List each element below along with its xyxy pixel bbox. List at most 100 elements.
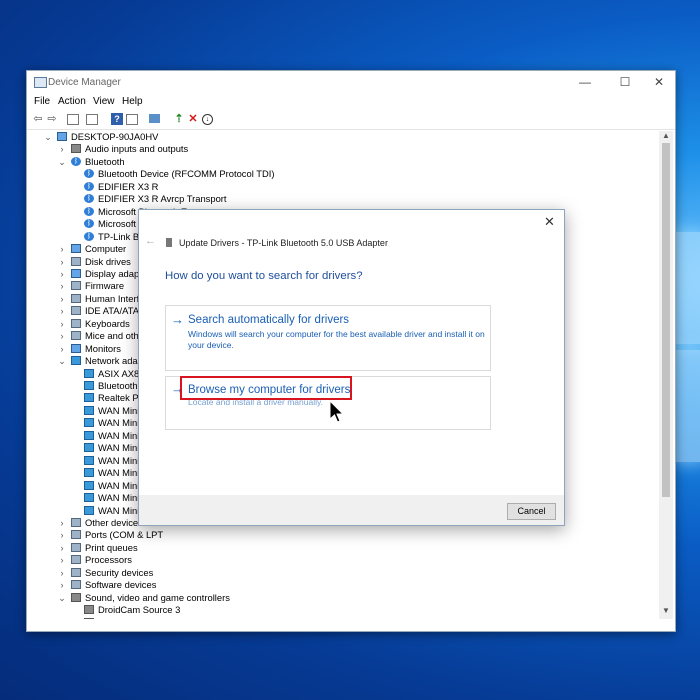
chevron-down-icon[interactable]: ⌄ [43, 131, 53, 143]
chevron-right-icon[interactable]: › [57, 567, 67, 579]
tree-item-label: Firmware [85, 280, 125, 292]
download-icon[interactable]: ↓ [202, 114, 213, 125]
back-arrow-icon[interactable]: ← [145, 235, 156, 247]
tree-item[interactable]: › Print queues [27, 542, 647, 554]
minimize-button[interactable]: — [571, 73, 599, 91]
menu-help[interactable]: Help [122, 96, 143, 107]
tree-item-label: Security devices [85, 566, 154, 578]
tree-item[interactable]: › Processors [27, 554, 647, 566]
tree-item[interactable]: DroidCam Virtual Audio [27, 617, 647, 619]
tree-item-label: Ports (COM & LPT [85, 529, 164, 541]
chevron-right-icon[interactable]: › [57, 343, 67, 355]
chevron-right-icon[interactable]: › [57, 143, 67, 155]
scroll-up-icon[interactable]: ▲ [659, 131, 673, 140]
chevron-right-icon[interactable]: › [57, 554, 67, 566]
tree-item-label: DroidCam Virtual Audio [98, 617, 195, 619]
option-description-line2: your device. [188, 340, 234, 350]
chevron-right-icon[interactable]: › [57, 305, 67, 317]
chevron-right-icon[interactable]: › [57, 280, 67, 292]
tree-item[interactable]: › Software devices [27, 579, 647, 591]
menu-action[interactable]: Action [58, 96, 86, 107]
back-arrow-icon[interactable]: ⇦ [32, 113, 44, 125]
network-icon [84, 480, 94, 490]
chevron-down-icon[interactable]: ⌄ [57, 355, 67, 367]
chevron-right-icon[interactable]: › [57, 243, 67, 255]
tree-item[interactable]: › Audio inputs and outputs [27, 143, 647, 155]
tree-item[interactable]: ᛒ EDIFIER X3 R Avrcp Transport [27, 193, 647, 205]
title-bar[interactable]: Device Manager — ☐ ✕ [27, 71, 675, 93]
bluetooth-icon: ᛒ [84, 169, 94, 179]
port-icon [71, 530, 81, 540]
tree-item-label: Print queues [85, 541, 138, 553]
maximize-button[interactable]: ☐ [611, 73, 639, 91]
keyboard-icon [71, 318, 81, 328]
tree-item[interactable]: ᛒ EDIFIER X3 R [27, 181, 647, 193]
disk-icon [71, 256, 81, 266]
search-automatically-option[interactable]: → Search automatically for drivers Windo… [165, 305, 491, 371]
tree-item-label: Keyboards [85, 317, 130, 329]
windows-logo [672, 232, 700, 462]
list-view-icon[interactable] [86, 114, 98, 125]
chevron-down-icon[interactable]: ⌄ [57, 592, 67, 604]
network-icon [84, 455, 94, 465]
network-icon [84, 430, 94, 440]
network-icon [84, 393, 94, 403]
vertical-scrollbar[interactable]: ▲ ▼ [659, 131, 673, 619]
uninstall-icon[interactable]: ✕ [187, 113, 199, 125]
tree-item-label: EDIFIER X3 R Avrcp Transport [98, 193, 227, 205]
network-icon [84, 381, 94, 390]
grid-view-icon[interactable] [126, 114, 138, 125]
tree-item[interactable]: ⌄ DESKTOP-90JA0HV [27, 131, 647, 143]
menu-file[interactable]: File [34, 96, 50, 107]
tree-item-label: Audio inputs and outputs [85, 143, 189, 155]
chevron-right-icon[interactable]: › [57, 579, 67, 591]
chevron-right-icon[interactable]: › [57, 318, 67, 330]
tree-item-label: Software devices [85, 579, 157, 591]
chevron-down-icon[interactable]: ⌄ [57, 156, 67, 168]
tree-item-label: Processors [85, 554, 132, 566]
forward-arrow-icon[interactable]: ⇨ [46, 113, 58, 125]
tree-item[interactable]: DroidCam Source 3 [27, 604, 647, 616]
monitor-scan-icon[interactable] [149, 114, 160, 123]
update-driver-icon[interactable]: ⇡ [173, 113, 185, 125]
scroll-down-icon[interactable]: ▼ [659, 606, 673, 615]
tree-item[interactable]: ᛒ Bluetooth Device (RFCOMM Protocol TDI) [27, 168, 647, 180]
chevron-right-icon[interactable]: › [57, 293, 67, 305]
chevron-right-icon[interactable]: › [57, 529, 67, 541]
processor-icon [71, 555, 81, 565]
security-icon [71, 567, 81, 577]
menu-view[interactable]: View [93, 96, 115, 107]
tree-item-label: Bluetooth [85, 155, 125, 167]
tree-item[interactable]: ⌄ Sound, video and game controllers [27, 592, 647, 604]
cancel-button[interactable]: Cancel [507, 503, 556, 520]
close-dialog-button[interactable]: ✕ [544, 214, 555, 230]
tree-item-label: DroidCam Source 3 [98, 604, 181, 616]
properties-view-icon[interactable] [67, 114, 79, 125]
tree-item[interactable]: › Ports (COM & LPT [27, 529, 647, 541]
tree-item-label: EDIFIER X3 R [98, 180, 159, 192]
mouse-pointer-icon [329, 400, 345, 423]
chevron-right-icon[interactable]: › [57, 268, 67, 280]
bluetooth-icon: ᛒ [84, 206, 94, 216]
chevron-right-icon[interactable]: › [57, 542, 67, 554]
network-icon [84, 505, 94, 515]
tree-item[interactable]: ⌄ ᛒ Bluetooth [27, 156, 647, 168]
highlight-box [180, 376, 352, 400]
chevron-right-icon[interactable]: › [57, 517, 67, 529]
hid-icon [71, 293, 81, 303]
help-icon[interactable]: ? [111, 113, 123, 125]
chevron-right-icon[interactable]: › [57, 330, 67, 342]
scroll-thumb[interactable] [662, 143, 670, 497]
mouse-icon [71, 331, 81, 341]
close-window-button[interactable]: ✕ [645, 73, 673, 91]
tree-item[interactable]: › Security devices [27, 567, 647, 579]
option-description: Windows will search your computer for th… [188, 329, 485, 339]
speaker-icon [71, 592, 81, 602]
printer-icon [71, 542, 81, 552]
tree-item-label: Computer [85, 243, 127, 255]
tree-item-label: Monitors [85, 342, 121, 354]
menu-bar: File Action View Help [27, 93, 675, 111]
tree-item-label: Other devices [85, 516, 143, 528]
update-drivers-dialog: ✕ ← Update Drivers - TP-Link Bluetooth 5… [138, 209, 565, 526]
chevron-right-icon[interactable]: › [57, 256, 67, 268]
